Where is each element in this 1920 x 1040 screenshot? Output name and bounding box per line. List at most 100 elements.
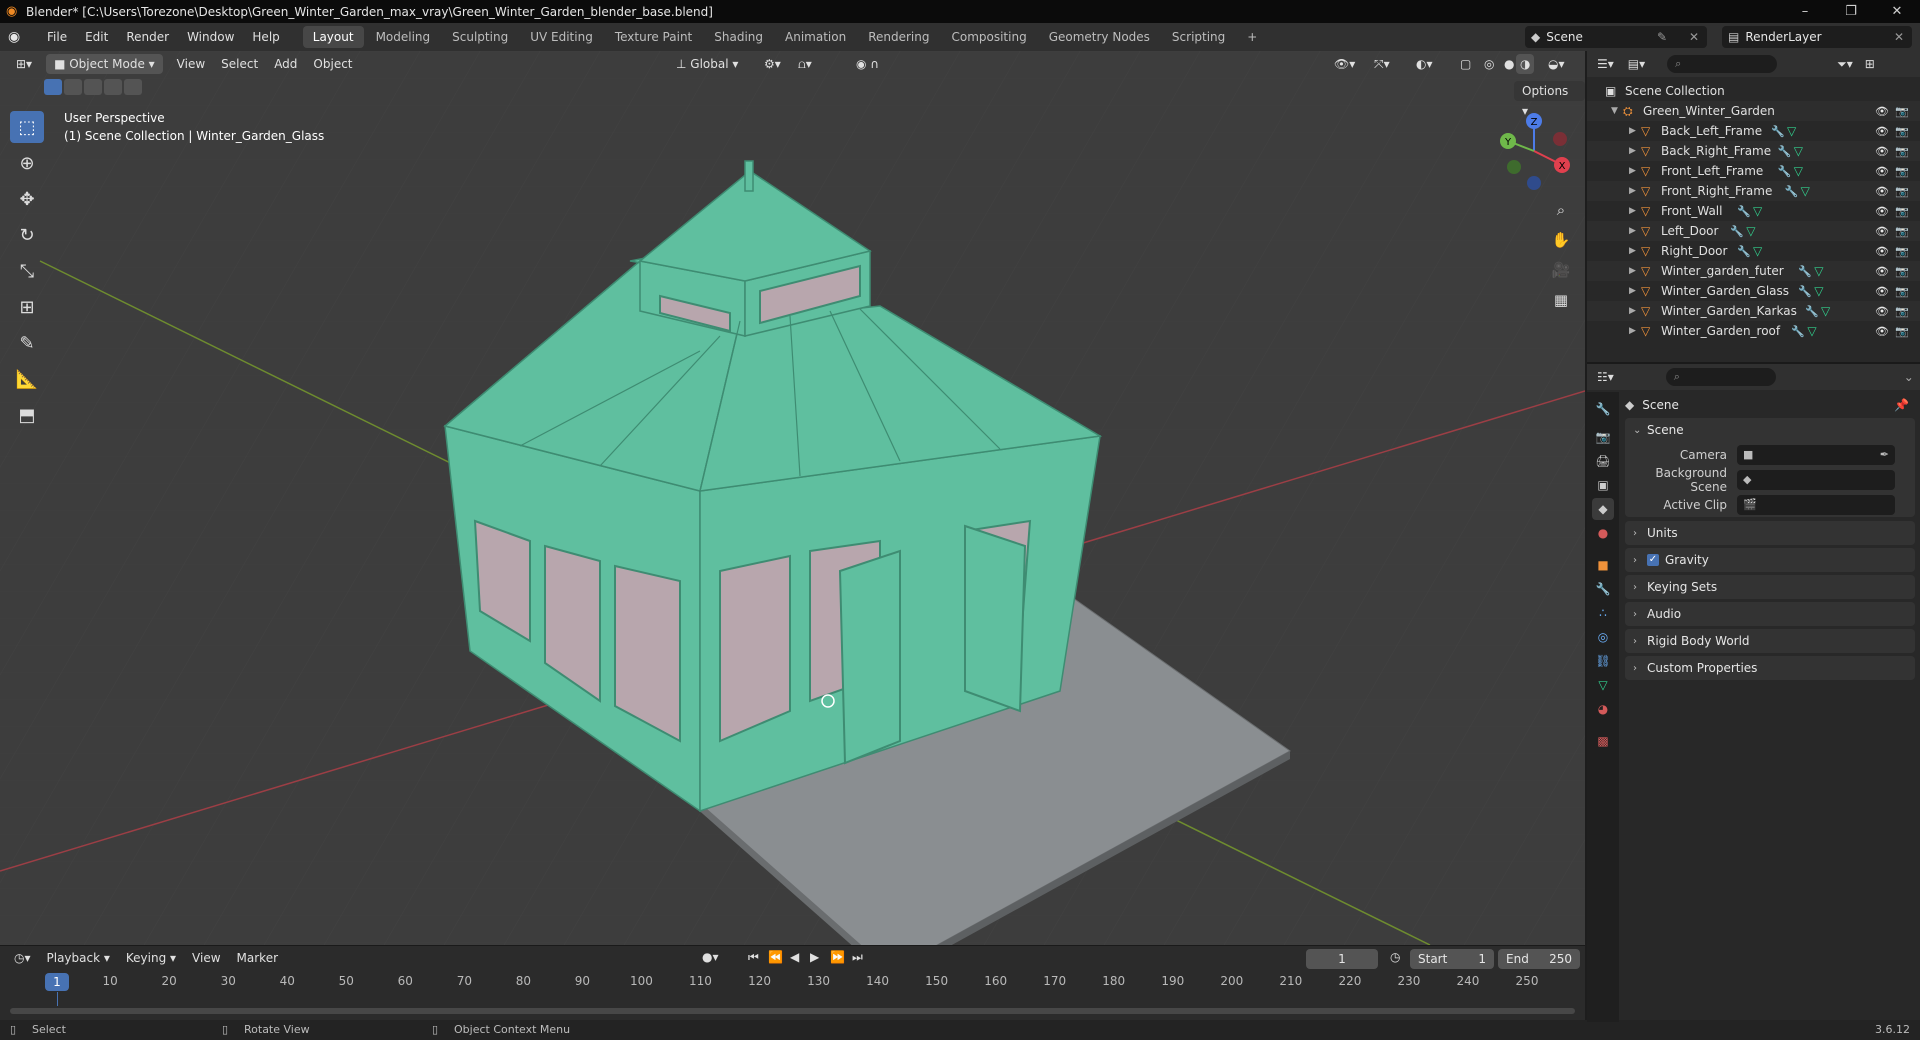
- tab-object-icon[interactable]: ■: [1592, 554, 1614, 576]
- menu-edit[interactable]: Edit: [76, 23, 117, 51]
- outliner-item-right-door[interactable]: ▶ ▽ Right_Door 🔧 ▽ 👁 📷: [1587, 241, 1920, 261]
- end-frame-field[interactable]: End 250: [1498, 949, 1580, 969]
- shading-material-icon[interactable]: ◑: [1516, 54, 1535, 74]
- tab-geometry-nodes[interactable]: Geometry Nodes: [1039, 26, 1160, 48]
- menu-render[interactable]: Render: [117, 23, 178, 51]
- select-subtract-icon[interactable]: [84, 79, 102, 95]
- outliner-editor-type-icon[interactable]: ☰▾: [1597, 57, 1614, 71]
- mesh-data-icon[interactable]: ▽: [1794, 164, 1803, 178]
- mesh-data-icon[interactable]: ▽: [1753, 244, 1762, 258]
- timeline-ruler[interactable]: 1 10 20 30 40 50 60 70 80 90 100 110 120 130 140 150 160…: [0, 972, 1585, 1006]
- tab-texture-paint[interactable]: Texture Paint: [605, 26, 702, 48]
- tab-rendering[interactable]: Rendering: [858, 26, 939, 48]
- options-dropdown[interactable]: Options ▾: [1514, 81, 1585, 118]
- menu-window[interactable]: Window: [178, 23, 243, 51]
- render-camera-icon[interactable]: 📷: [1895, 125, 1909, 138]
- chevron-right-icon[interactable]: ▶: [1629, 186, 1636, 196]
- editor-type-icon[interactable]: ⊞▾: [8, 54, 40, 74]
- render-camera-icon[interactable]: 📷: [1895, 185, 1909, 198]
- rotate-tool-icon[interactable]: ↻: [10, 219, 44, 251]
- tab-modifiers-icon[interactable]: 🔧: [1592, 578, 1614, 600]
- proportional-edit-icon[interactable]: ◉ ∩: [848, 54, 887, 74]
- gizmo-toggle-icon[interactable]: ⤧▾: [1366, 54, 1398, 74]
- menu-marker[interactable]: Marker: [229, 951, 286, 965]
- outliner-item-back-right-frame[interactable]: ▶ ▽ Back_Right_Frame 🔧 ▽ 👁 📷: [1587, 141, 1920, 161]
- eye-icon[interactable]: 👁: [1875, 325, 1889, 338]
- orientation-selector[interactable]: ⊥ Global ▾: [668, 54, 746, 74]
- panel-custom-properties[interactable]: › Custom Properties: [1625, 656, 1915, 680]
- render-camera-icon[interactable]: 📷: [1895, 325, 1909, 338]
- select-invert-icon[interactable]: [104, 79, 122, 95]
- tab-animation[interactable]: Animation: [775, 26, 856, 48]
- menu-help[interactable]: Help: [243, 23, 288, 51]
- panel-header[interactable]: › Custom Properties: [1625, 656, 1915, 680]
- minimize-button[interactable]: –: [1782, 0, 1828, 23]
- panel-header[interactable]: › Rigid Body World: [1625, 629, 1915, 653]
- ortho-toggle-icon[interactable]: ▦: [1548, 287, 1574, 313]
- scale-tool-icon[interactable]: ⤡: [10, 255, 44, 287]
- outliner-item-front-wall[interactable]: ▶ ▽ Front_Wall 🔧 ▽ 👁 📷: [1587, 201, 1920, 221]
- jump-end-icon[interactable]: ⏭: [852, 950, 863, 965]
- jump-start-icon[interactable]: ⏮: [748, 950, 759, 965]
- mesh-data-icon[interactable]: ▽: [1746, 224, 1755, 238]
- chevron-right-icon[interactable]: ▶: [1629, 246, 1636, 256]
- render-camera-icon[interactable]: 📷: [1895, 165, 1909, 178]
- panel-header[interactable]: › Units: [1625, 521, 1915, 545]
- tab-view-layer-icon[interactable]: ▣: [1592, 474, 1614, 496]
- panel-gravity[interactable]: › ✓ Gravity: [1625, 548, 1915, 572]
- render-camera-icon[interactable]: 📷: [1895, 225, 1909, 238]
- render-camera-icon[interactable]: 📷: [1895, 245, 1909, 258]
- menu-file[interactable]: File: [38, 23, 76, 51]
- outliner-item-winter-garden-glass[interactable]: ▶ ▽ Winter_Garden_Glass 🔧 ▽ 👁 📷: [1587, 281, 1920, 301]
- menu-select[interactable]: Select: [213, 51, 266, 77]
- chevron-right-icon[interactable]: ▶: [1629, 126, 1636, 136]
- tab-layout[interactable]: Layout: [302, 26, 364, 48]
- tab-tool-icon[interactable]: 🔧: [1592, 398, 1614, 420]
- preview-range-icon[interactable]: ◷: [1390, 950, 1400, 964]
- zoom-view-icon[interactable]: ⌕: [1548, 197, 1574, 223]
- restore-button[interactable]: ❐: [1828, 0, 1874, 23]
- tab-scene-icon[interactable]: ◆: [1592, 498, 1614, 520]
- properties-search-input[interactable]: ⌕: [1665, 368, 1776, 386]
- eye-icon[interactable]: 👁: [1875, 245, 1889, 258]
- eye-icon[interactable]: 👁: [1875, 265, 1889, 278]
- menu-view[interactable]: View: [169, 51, 213, 77]
- modifier-icon[interactable]: 🔧: [1730, 225, 1744, 238]
- scene-selector[interactable]: ◆ Scene ✎ ✕: [1525, 26, 1707, 48]
- filter-icon[interactable]: ⏷▾: [1837, 57, 1853, 72]
- chevron-right-icon[interactable]: ▶: [1629, 306, 1636, 316]
- panel-keying-sets[interactable]: › Keying Sets: [1625, 575, 1915, 599]
- overlay-toggle-icon[interactable]: ◐▾: [1408, 54, 1441, 74]
- select-new-icon[interactable]: [44, 79, 62, 95]
- chevron-right-icon[interactable]: ▶: [1629, 226, 1636, 236]
- eye-icon[interactable]: 👁: [1875, 225, 1889, 238]
- tab-modeling[interactable]: Modeling: [366, 26, 441, 48]
- eye-icon[interactable]: 👁: [1875, 165, 1889, 178]
- pin-icon[interactable]: 📌: [1894, 398, 1909, 412]
- select-box-tool-icon[interactable]: ⬚: [10, 111, 44, 143]
- panel-header[interactable]: › Keying Sets: [1625, 575, 1915, 599]
- mesh-data-icon[interactable]: ▽: [1753, 204, 1762, 218]
- chevron-down-icon[interactable]: ⌄: [1904, 370, 1914, 384]
- next-keyframe-icon[interactable]: ⏩: [830, 950, 845, 964]
- blender-menu-icon[interactable]: ◉: [8, 29, 30, 45]
- mesh-data-icon[interactable]: ▽: [1814, 264, 1823, 278]
- snap-icon[interactable]: ⩍▾: [790, 54, 820, 74]
- eye-icon[interactable]: 👁: [1875, 185, 1889, 198]
- outliner-item-front-left-frame[interactable]: ▶ ▽ Front_Left_Frame 🔧 ▽ 👁 📷: [1587, 161, 1920, 181]
- annotate-tool-icon[interactable]: ✎: [10, 327, 44, 359]
- play-icon[interactable]: ▶: [810, 950, 819, 964]
- pin-icon[interactable]: ✎: [1657, 30, 1667, 44]
- menu-keying[interactable]: Keying ▾: [118, 951, 184, 965]
- 3d-viewport[interactable]: ⊞▾ ■ Object Mode ▾ View Select Add Objec…: [0, 51, 1585, 945]
- playhead-frame[interactable]: 1: [45, 973, 69, 991]
- panel-header[interactable]: › Audio: [1625, 602, 1915, 626]
- mesh-data-icon[interactable]: ▽: [1814, 284, 1823, 298]
- tab-sculpting[interactable]: Sculpting: [442, 26, 518, 48]
- select-extend-icon[interactable]: [64, 79, 82, 95]
- tab-render-icon[interactable]: 📷: [1592, 426, 1614, 448]
- mesh-data-icon[interactable]: ▽: [1787, 124, 1796, 138]
- add-cube-tool-icon[interactable]: ⬒: [10, 399, 44, 431]
- chevron-right-icon[interactable]: ▶: [1629, 146, 1636, 156]
- render-camera-icon[interactable]: 📷: [1895, 305, 1909, 318]
